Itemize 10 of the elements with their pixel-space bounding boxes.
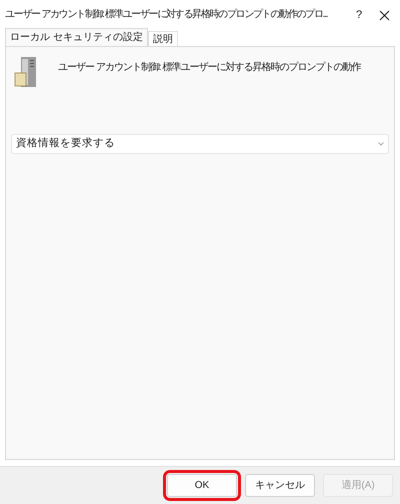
window-title: ユーザー アカウント制御: 標準ユーザーに対する昇格時のプロンプトの動作のプロ... bbox=[5, 9, 328, 21]
tab[interactable]: 説明 bbox=[148, 31, 178, 46]
dialog-button[interactable]: キャンセル bbox=[245, 474, 315, 497]
policy-name: ユーザー アカウント制御: 標準ユーザーに対する昇格時のプロンプトの動作 bbox=[58, 61, 362, 74]
close-icon[interactable] bbox=[379, 10, 390, 20]
setting-dropdown[interactable]: 資格情報を要求する bbox=[11, 134, 389, 154]
tab[interactable]: ローカル セキュリティの設定 bbox=[5, 28, 148, 46]
server-icon bbox=[14, 56, 38, 88]
chevron-down-icon bbox=[378, 142, 384, 146]
help-button[interactable]: ? bbox=[353, 6, 365, 24]
